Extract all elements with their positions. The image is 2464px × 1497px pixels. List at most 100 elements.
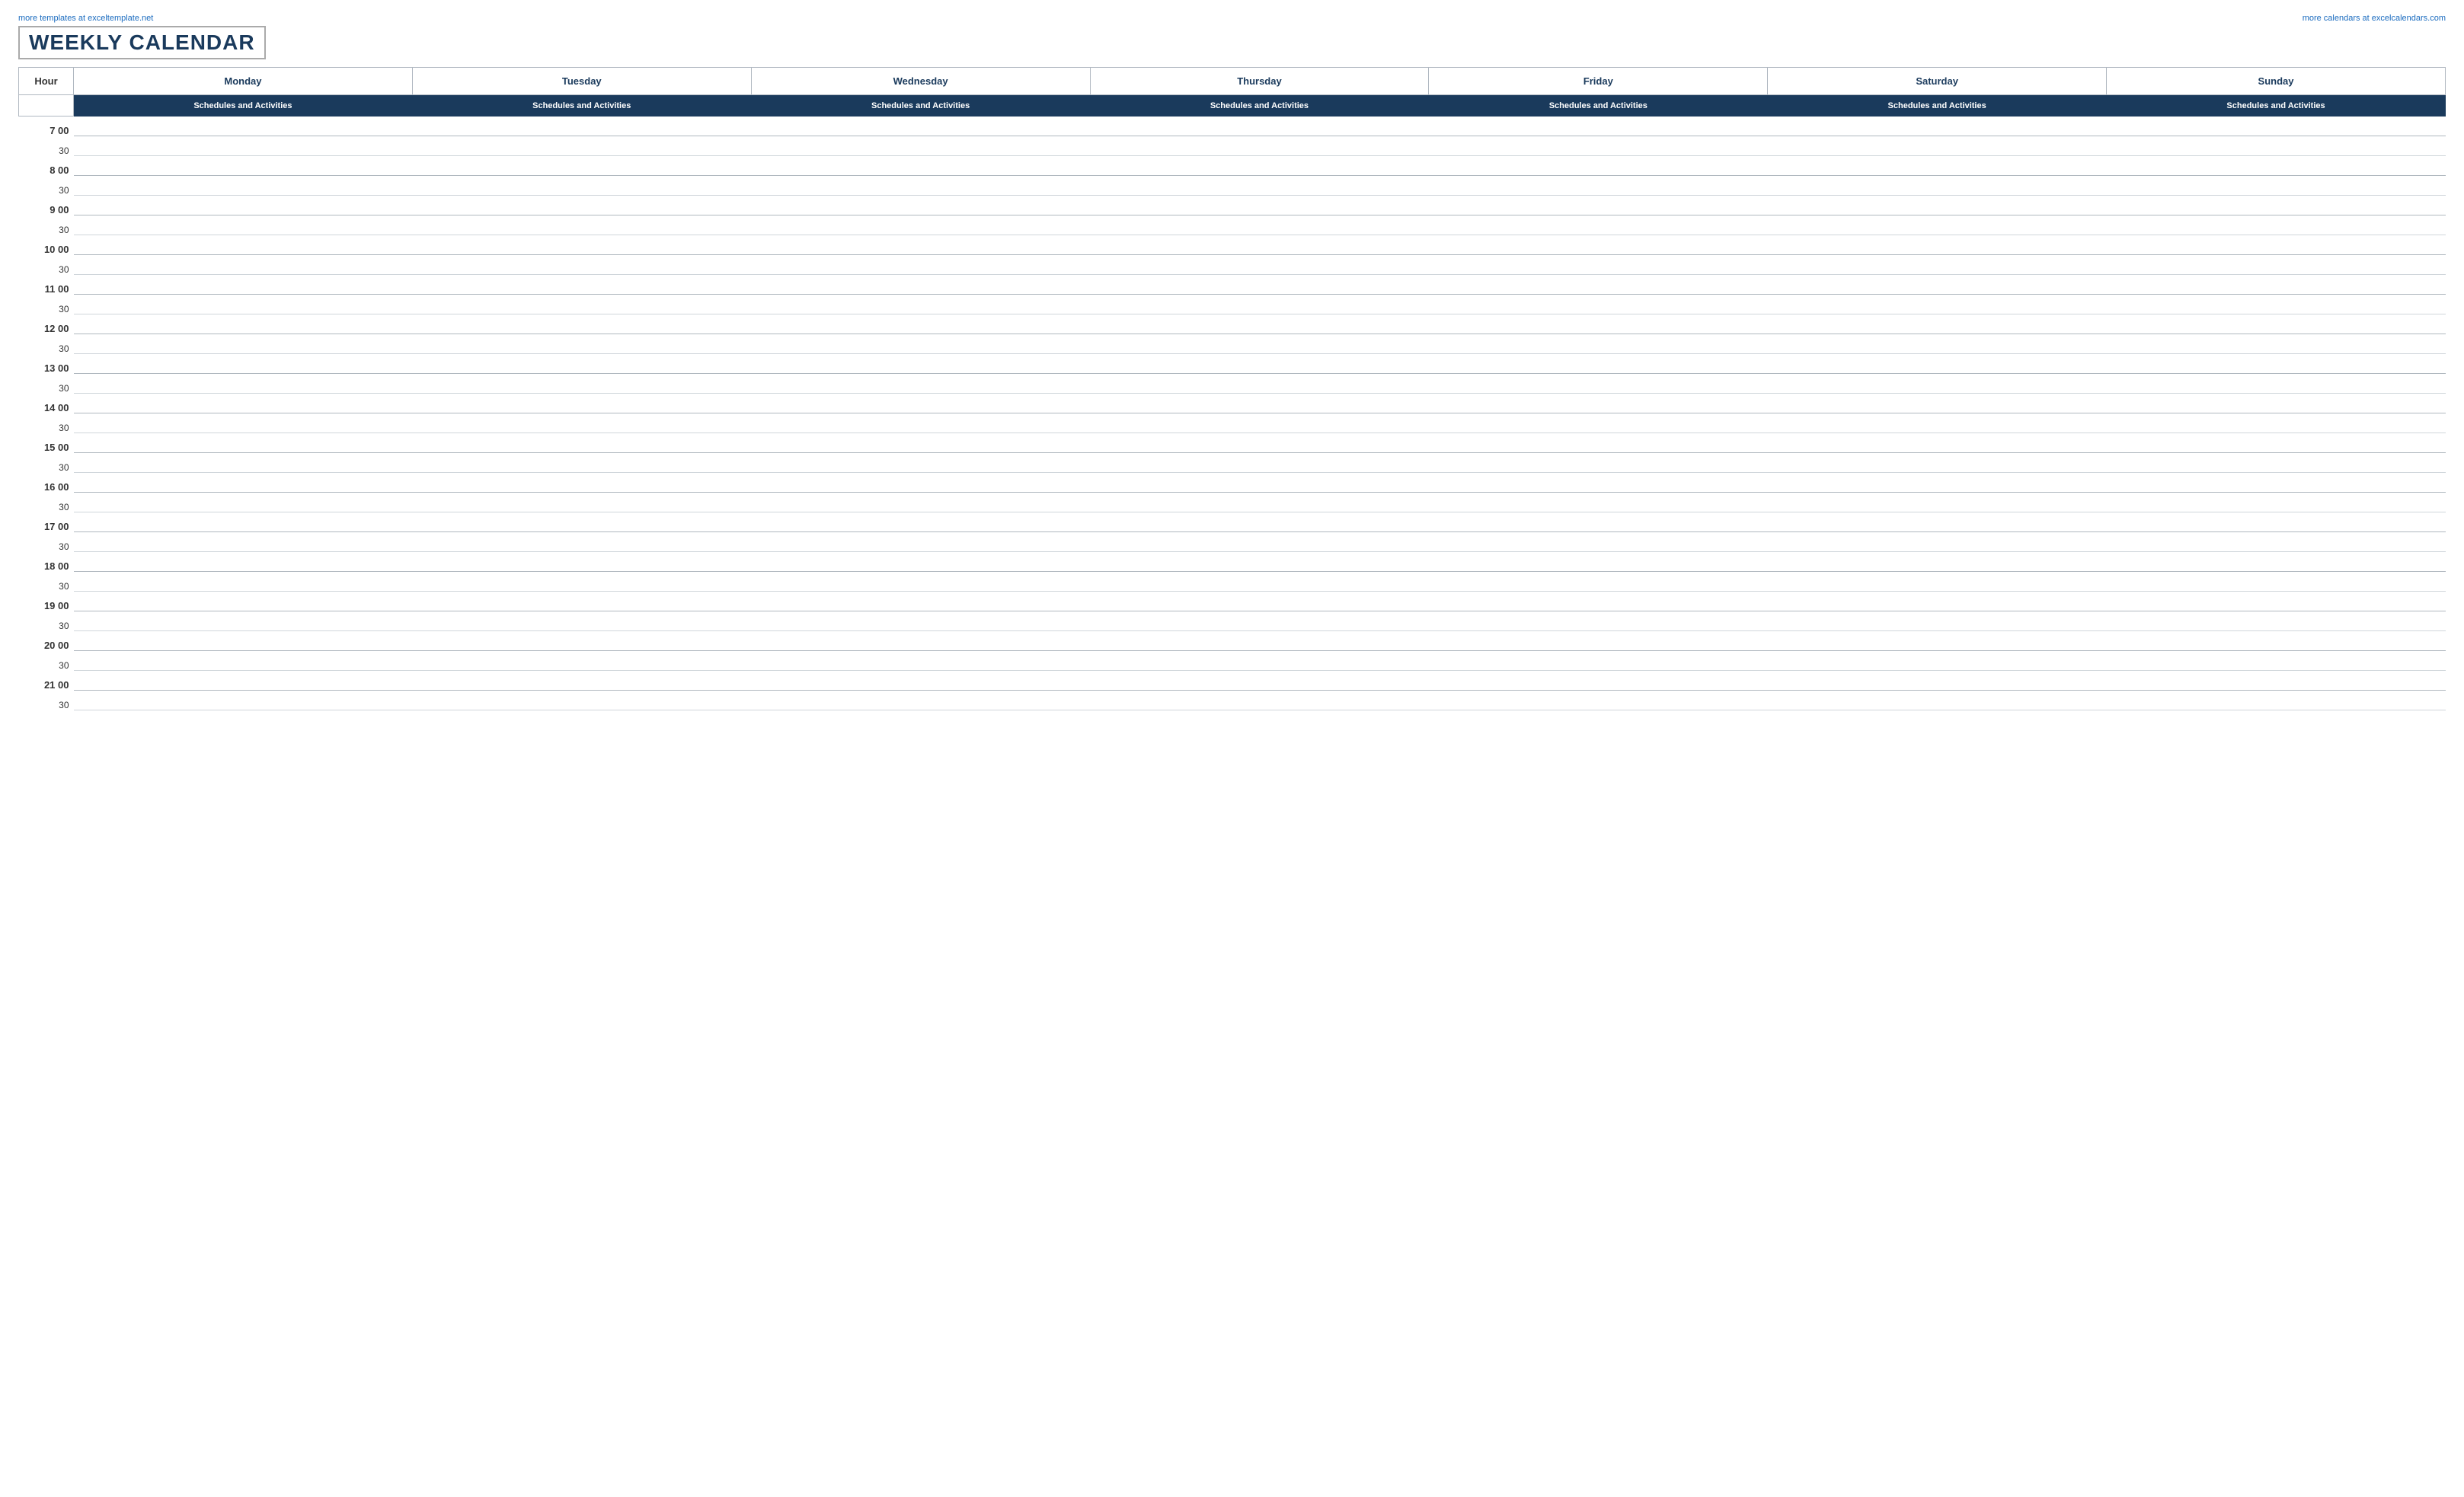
schedule-cell-half[interactable] — [1429, 651, 1768, 671]
schedule-cell-half[interactable] — [412, 295, 751, 314]
schedule-cell[interactable] — [1768, 473, 2107, 493]
schedule-cell-half[interactable] — [74, 532, 413, 552]
schedule-cell[interactable] — [751, 117, 1090, 136]
schedule-cell[interactable] — [1429, 512, 1768, 532]
schedule-cell[interactable] — [412, 671, 751, 691]
schedule-cell[interactable] — [2107, 394, 2446, 413]
schedule-cell-half[interactable] — [1768, 651, 2107, 671]
schedule-cell-half[interactable] — [74, 374, 413, 394]
schedule-cell[interactable] — [1768, 552, 2107, 572]
schedule-cell[interactable] — [2107, 512, 2446, 532]
schedule-cell[interactable] — [751, 156, 1090, 176]
schedule-cell[interactable] — [751, 631, 1090, 651]
schedule-cell[interactable] — [412, 354, 751, 374]
schedule-cell[interactable] — [1090, 433, 1429, 453]
left-link[interactable]: more templates at exceltemplate.net — [18, 14, 153, 23]
schedule-cell[interactable] — [1768, 314, 2107, 334]
schedule-cell[interactable] — [1768, 592, 2107, 611]
schedule-cell[interactable] — [751, 473, 1090, 493]
schedule-cell-half[interactable] — [412, 136, 751, 156]
schedule-cell[interactable] — [2107, 117, 2446, 136]
schedule-cell[interactable] — [1090, 314, 1429, 334]
schedule-cell-half[interactable] — [1768, 611, 2107, 631]
schedule-cell[interactable] — [751, 275, 1090, 295]
schedule-cell-half[interactable] — [412, 215, 751, 235]
schedule-cell-half[interactable] — [751, 691, 1090, 710]
schedule-cell-half[interactable] — [751, 255, 1090, 275]
schedule-cell-half[interactable] — [751, 453, 1090, 473]
schedule-cell-half[interactable] — [74, 176, 413, 196]
schedule-cell[interactable] — [412, 512, 751, 532]
schedule-cell[interactable] — [1090, 117, 1429, 136]
schedule-cell-half[interactable] — [412, 374, 751, 394]
schedule-cell-half[interactable] — [2107, 136, 2446, 156]
schedule-cell[interactable] — [2107, 275, 2446, 295]
schedule-cell-half[interactable] — [751, 136, 1090, 156]
schedule-cell[interactable] — [1090, 156, 1429, 176]
schedule-cell-half[interactable] — [1429, 295, 1768, 314]
schedule-cell-half[interactable] — [1090, 453, 1429, 473]
schedule-cell-half[interactable] — [1090, 176, 1429, 196]
schedule-cell-half[interactable] — [412, 453, 751, 473]
schedule-cell-half[interactable] — [2107, 374, 2446, 394]
schedule-cell[interactable] — [1429, 275, 1768, 295]
schedule-cell[interactable] — [1090, 275, 1429, 295]
schedule-cell-half[interactable] — [1768, 572, 2107, 592]
schedule-cell[interactable] — [751, 512, 1090, 532]
schedule-cell[interactable] — [2107, 156, 2446, 176]
schedule-cell[interactable] — [1429, 235, 1768, 255]
schedule-cell[interactable] — [2107, 592, 2446, 611]
schedule-cell-half[interactable] — [412, 611, 751, 631]
schedule-cell-half[interactable] — [1090, 295, 1429, 314]
schedule-cell[interactable] — [412, 631, 751, 651]
schedule-cell[interactable] — [1768, 196, 2107, 215]
schedule-cell-half[interactable] — [751, 611, 1090, 631]
schedule-cell[interactable] — [74, 235, 413, 255]
schedule-cell[interactable] — [74, 671, 413, 691]
schedule-cell[interactable] — [1090, 196, 1429, 215]
schedule-cell[interactable] — [74, 631, 413, 651]
schedule-cell[interactable] — [412, 433, 751, 453]
schedule-cell[interactable] — [2107, 552, 2446, 572]
schedule-cell-half[interactable] — [74, 136, 413, 156]
schedule-cell[interactable] — [74, 314, 413, 334]
schedule-cell-half[interactable] — [1429, 334, 1768, 354]
schedule-cell[interactable] — [2107, 235, 2446, 255]
schedule-cell[interactable] — [74, 156, 413, 176]
schedule-cell[interactable] — [1768, 512, 2107, 532]
schedule-cell-half[interactable] — [1090, 611, 1429, 631]
schedule-cell[interactable] — [2107, 631, 2446, 651]
schedule-cell-half[interactable] — [2107, 255, 2446, 275]
schedule-cell-half[interactable] — [1768, 176, 2107, 196]
right-link[interactable]: more calendars at excelcalendars.com — [2303, 14, 2446, 23]
schedule-cell-half[interactable] — [1090, 255, 1429, 275]
schedule-cell[interactable] — [1090, 473, 1429, 493]
schedule-cell-half[interactable] — [74, 691, 413, 710]
schedule-cell-half[interactable] — [751, 215, 1090, 235]
schedule-cell[interactable] — [74, 196, 413, 215]
schedule-cell-half[interactable] — [412, 176, 751, 196]
schedule-cell-half[interactable] — [1429, 611, 1768, 631]
schedule-cell-half[interactable] — [2107, 453, 2446, 473]
schedule-cell-half[interactable] — [2107, 413, 2446, 433]
schedule-cell[interactable] — [2107, 473, 2446, 493]
schedule-cell-half[interactable] — [751, 493, 1090, 512]
schedule-cell-half[interactable] — [1768, 691, 2107, 710]
schedule-cell-half[interactable] — [74, 255, 413, 275]
schedule-cell-half[interactable] — [2107, 611, 2446, 631]
schedule-cell[interactable] — [74, 552, 413, 572]
schedule-cell[interactable] — [1090, 671, 1429, 691]
schedule-cell-half[interactable] — [1768, 334, 2107, 354]
schedule-cell-half[interactable] — [412, 493, 751, 512]
schedule-cell-half[interactable] — [751, 374, 1090, 394]
schedule-cell[interactable] — [1090, 354, 1429, 374]
schedule-cell[interactable] — [1768, 156, 2107, 176]
schedule-cell[interactable] — [74, 473, 413, 493]
schedule-cell-half[interactable] — [2107, 295, 2446, 314]
schedule-cell-half[interactable] — [1429, 691, 1768, 710]
schedule-cell-half[interactable] — [1768, 493, 2107, 512]
schedule-cell-half[interactable] — [1429, 532, 1768, 552]
schedule-cell-half[interactable] — [1429, 374, 1768, 394]
schedule-cell-half[interactable] — [1768, 136, 2107, 156]
schedule-cell-half[interactable] — [74, 493, 413, 512]
